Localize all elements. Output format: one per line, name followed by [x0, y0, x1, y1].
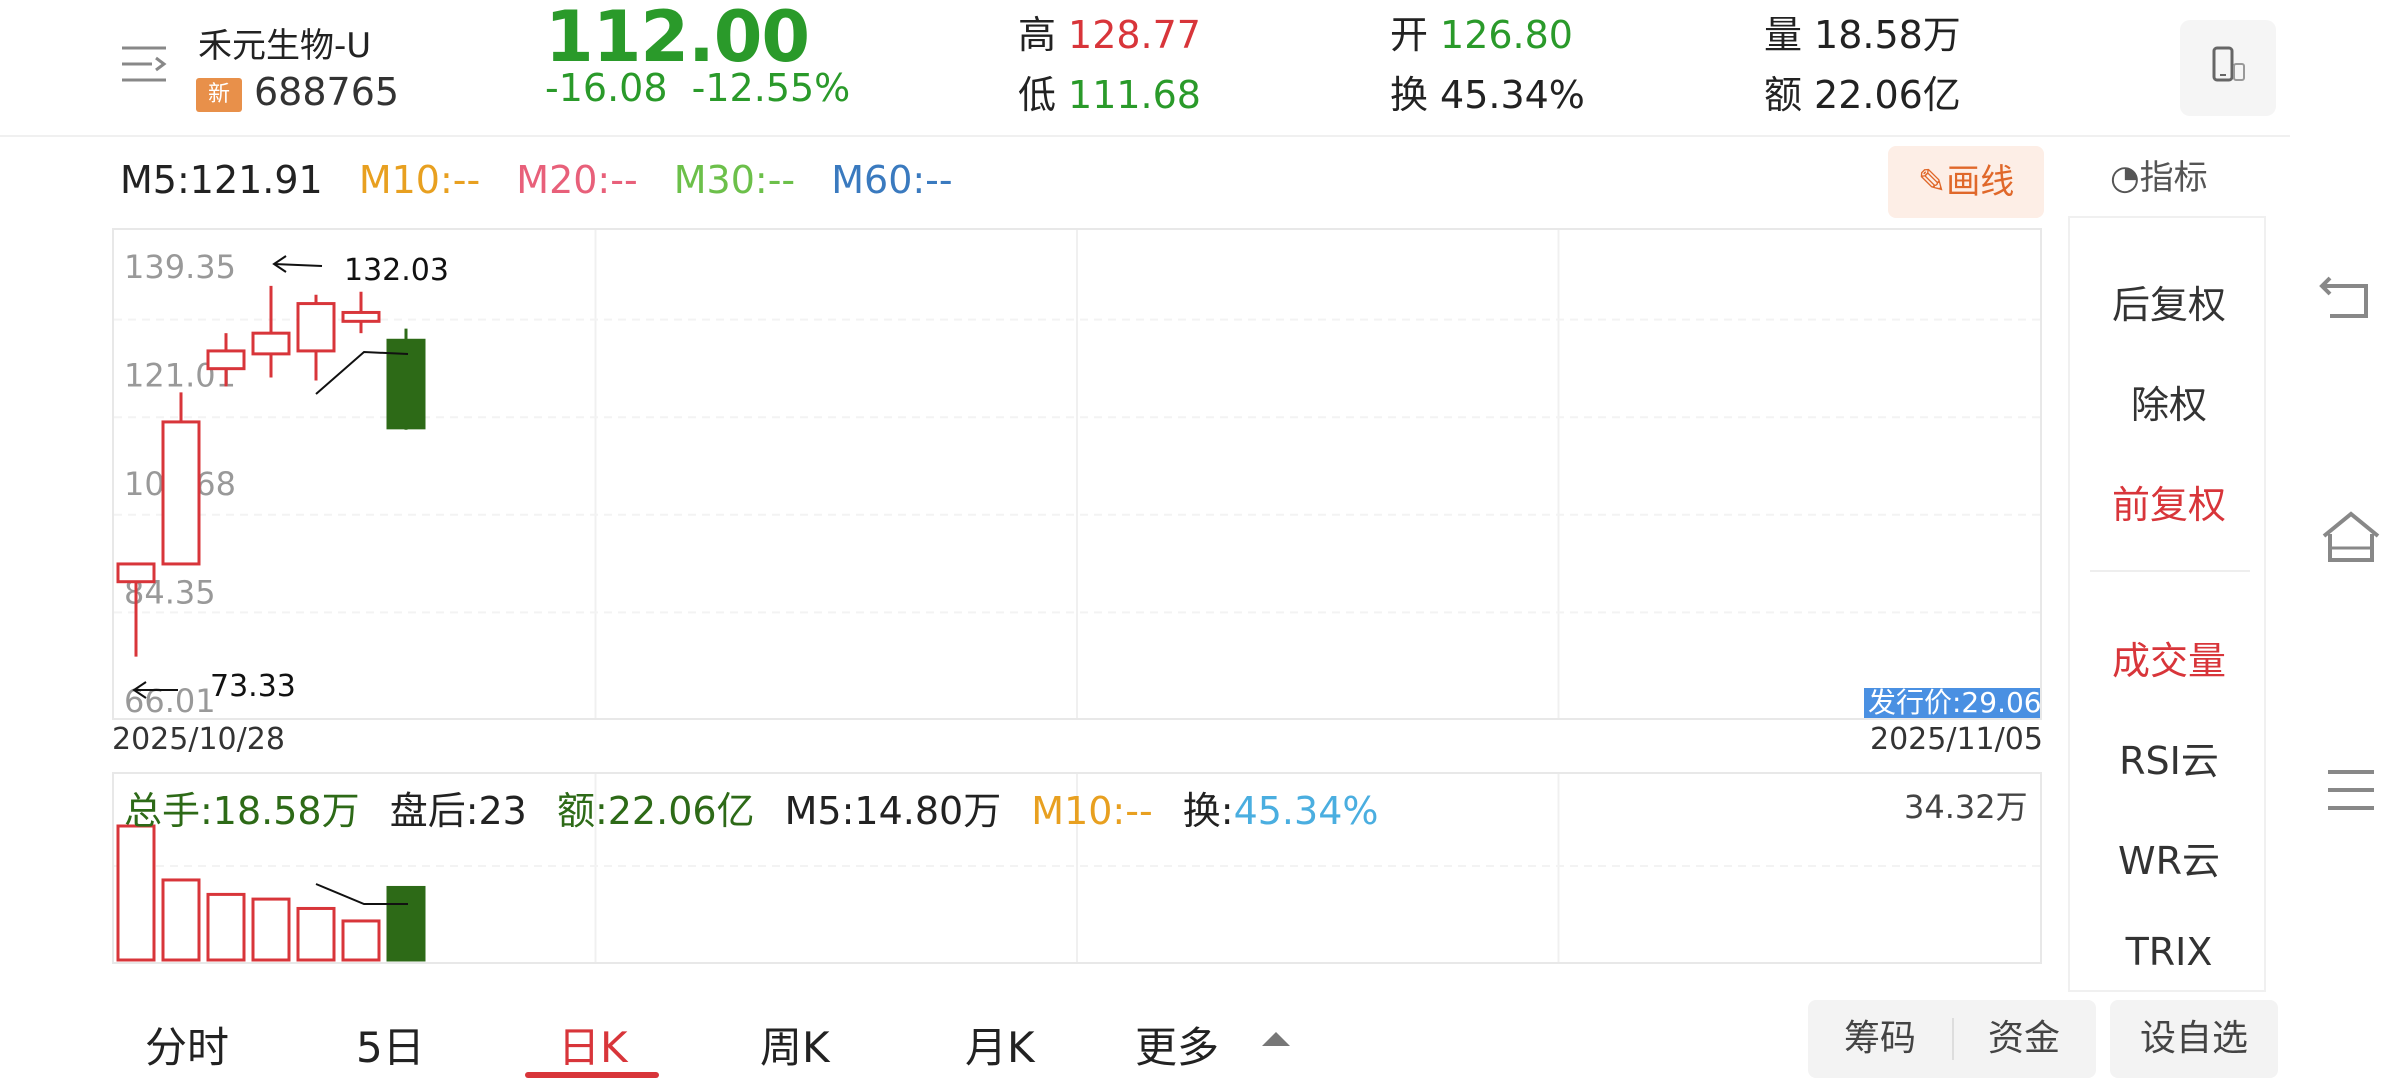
chips-funds-group: 筹码 资金 [1808, 1000, 2096, 1078]
side-divider [2090, 570, 2250, 572]
adjustment-side-panel: 后复权 除权 前复权 成交量 RSI云 WR云 TRIX [2068, 216, 2266, 992]
y-axis-tick-label: 139.35 [124, 248, 236, 286]
price-change: -16.08 -12.55% [545, 66, 850, 110]
side-item-back-adjusted[interactable]: 后复权 [2070, 274, 2264, 329]
stat-amount: 额 22.06亿 [1764, 73, 1961, 117]
ma10-value: M10:-- [358, 158, 481, 202]
recent-apps-icon[interactable] [2316, 760, 2386, 820]
side-item-volume[interactable]: 成交量 [2070, 630, 2264, 685]
menu-icon[interactable] [122, 44, 174, 88]
rotate-screen-icon [2212, 46, 2245, 82]
stock-name: 禾元生物-U [198, 26, 372, 66]
tab-more[interactable]: 更多 [1135, 1014, 1219, 1075]
funds-button[interactable]: 资金 [1952, 1000, 2096, 1078]
max-price-label: 132.03 [344, 253, 449, 288]
side-item-wr[interactable]: WR云 [2070, 830, 2264, 885]
moving-average-legend: M5:121.91 M10:-- M20:-- M30:-- M60:-- [120, 158, 977, 202]
side-item-trix[interactable]: TRIX [2070, 930, 2264, 974]
vol-m10: M10:-- [1031, 789, 1153, 833]
vol-m5: M5:14.80万 [784, 789, 1002, 833]
change-percent: -12.55% [691, 66, 851, 110]
volume-stats: 总手:18.58万 盘后:23 额:22.06亿 M5:14.80万 M10:-… [124, 780, 1396, 835]
ma30-value: M30:-- [673, 158, 796, 202]
home-icon[interactable] [2316, 508, 2386, 568]
volume-bar [161, 878, 201, 962]
draw-line-button[interactable]: ✎画线 [1888, 146, 2044, 218]
tab-daily-k[interactable]: 日K [558, 1014, 628, 1075]
stat-low: 低 111.68 [1018, 73, 1201, 117]
vol-after-hours: 盘后:23 [389, 789, 527, 833]
stat-volume: 量 18.58万 [1764, 13, 1961, 57]
stat-turnover: 换 45.34% [1390, 73, 1585, 117]
stock-code: 688765 [254, 70, 400, 114]
side-item-forward-adjusted[interactable]: 前复权 [2070, 474, 2264, 529]
ma5-value: M5:121.91 [120, 158, 323, 202]
gauge-icon: ◔ [2110, 158, 2140, 198]
quote-header: 禾元生物-U 新 688765 112.00 -16.08 -12.55% 高1… [0, 0, 2290, 137]
side-item-ex-rights[interactable]: 除权 [2070, 374, 2264, 429]
indicator-button[interactable]: ◔指标 [2110, 150, 2208, 199]
add-watchlist-button[interactable]: 设自选 [2110, 1000, 2278, 1078]
volume-max-label: 34.32万 [1904, 788, 2028, 826]
candle-body [341, 310, 381, 323]
landscape-toggle-button[interactable] [2180, 20, 2276, 116]
candle-body [116, 562, 156, 584]
side-item-rsi[interactable]: RSI云 [2070, 730, 2264, 785]
change-amount: -16.08 [545, 66, 668, 110]
volume-bar [296, 906, 336, 962]
tab-5day[interactable]: 5日 [356, 1014, 425, 1075]
chart-end-date: 2025/11/05 [1870, 722, 2043, 757]
candle-body [296, 302, 336, 353]
issue-price-label: 发行价:29.06 [1868, 686, 2040, 718]
min-price-label: 73.33 [210, 669, 296, 704]
volume-bar [116, 824, 156, 962]
caret-up-icon[interactable] [1262, 1032, 1290, 1046]
tab-weekly-k[interactable]: 周K [760, 1014, 830, 1075]
vol-amount: 额:22.06亿 [556, 789, 755, 833]
stat-open: 开 126.80 [1390, 13, 1573, 57]
max-arrow-line [273, 263, 323, 267]
pencil-icon: ✎ [1917, 162, 1947, 202]
candle-body [206, 349, 246, 371]
vol-turnover: 45.34% [1233, 789, 1379, 833]
volume-bar [251, 897, 291, 962]
volume-bar [206, 892, 246, 962]
kline-chart[interactable]: 139.35121.01102.6884.3566.01132.0373.33发… [112, 228, 2042, 720]
stat-high: 高 128.77 [1018, 13, 1201, 57]
back-icon[interactable] [2316, 268, 2386, 328]
tab-monthly-k[interactable]: 月K [965, 1014, 1035, 1075]
candle-body [251, 331, 291, 356]
new-listing-badge: 新 [196, 78, 242, 112]
active-tab-indicator [525, 1072, 659, 1078]
ma20-value: M20:-- [516, 158, 638, 202]
vol-total: 总手:18.58万 [124, 789, 360, 833]
chips-button[interactable]: 筹码 [1808, 1000, 1952, 1078]
tab-intraday[interactable]: 分时 [145, 1014, 229, 1075]
vol-turnover-label: 换: [1182, 789, 1234, 833]
candle-body [161, 420, 201, 566]
kline-chart-svg: 139.35121.01102.6884.3566.01132.0373.33发… [114, 230, 2040, 718]
volume-bar [341, 919, 381, 962]
volume-bar [386, 885, 426, 962]
chart-start-date: 2025/10/28 [112, 722, 285, 757]
ma60-value: M60:-- [831, 158, 953, 202]
